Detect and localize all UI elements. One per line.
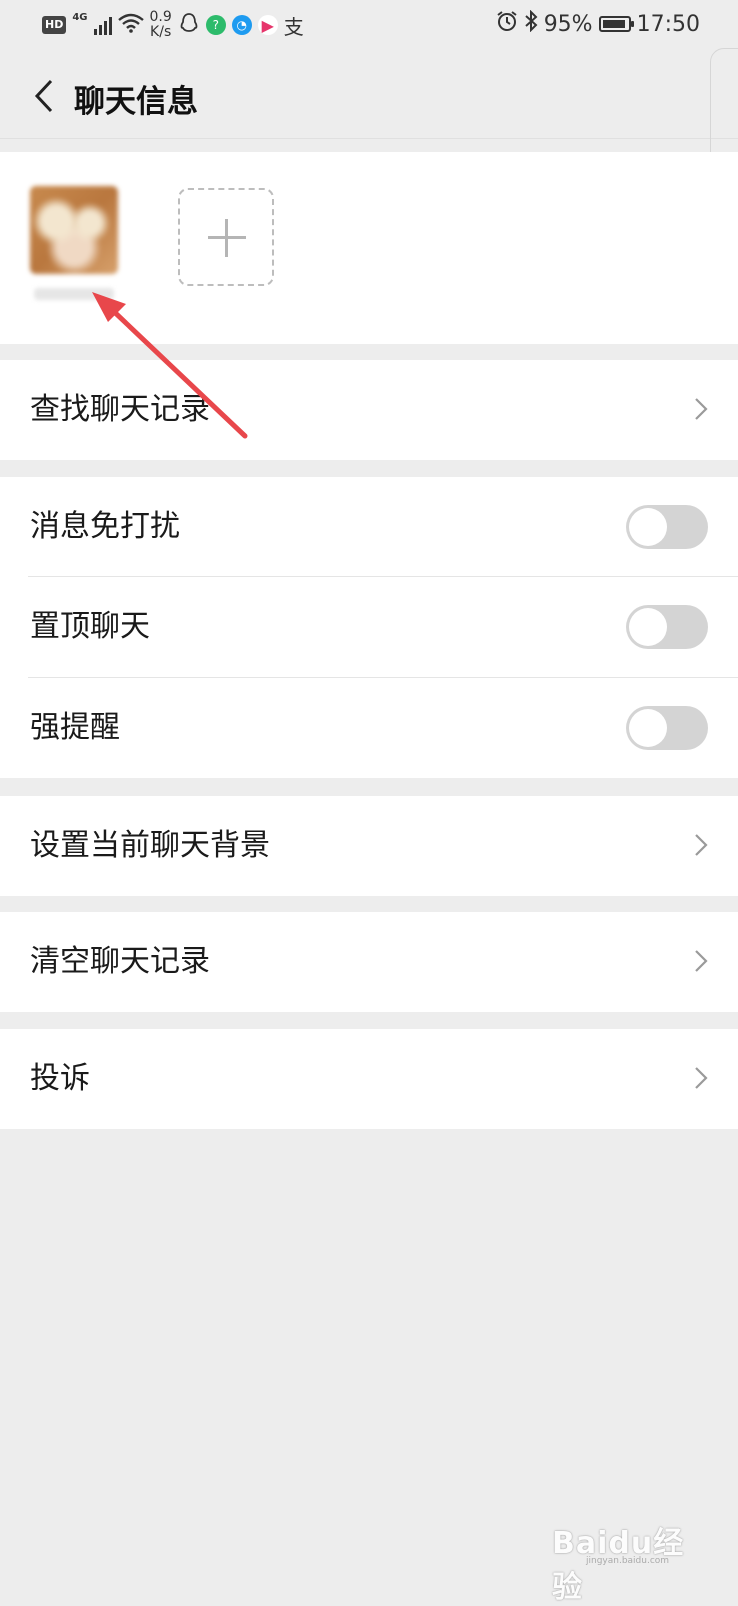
sticky-label: 置顶聊天 [30,609,150,644]
status-left: HD 4G 0.9 K/s ? ◔ ▶ 支 [42,10,304,40]
mute-row: 消息免打扰 [0,477,738,577]
add-member-button[interactable] [178,188,274,286]
background-group: 设置当前聊天背景 [0,796,738,896]
network-type: 4G [72,11,88,23]
wifi-icon [117,13,144,38]
sticky-row: 置顶聊天 [0,577,738,678]
member-avatar[interactable] [30,186,118,274]
clear-history-label: 清空聊天记录 [30,944,210,979]
title-bar: 聊天信息 [0,52,738,139]
chevron-right-icon [695,1067,708,1089]
browser-app-icon: ◔ [231,15,252,35]
toggle-knob [629,508,667,546]
speed-value: 0.9 [149,9,172,25]
complain-label: 投诉 [30,1061,90,1096]
battery-icon [598,16,634,32]
chat-background-row[interactable]: 设置当前聊天背景 [0,796,738,896]
complain-row[interactable]: 投诉 [0,1029,738,1129]
status-right: 95% 17:50 [496,9,700,38]
alarm-icon [496,10,518,38]
speed-unit: K/s [150,24,172,40]
members-section [0,152,738,344]
back-arrow-icon [34,79,53,113]
status-bar: HD 4G 0.9 K/s ? ◔ ▶ 支 95% 17:50 [0,0,738,52]
search-history-label: 查找聊天记录 [30,392,210,427]
back-button[interactable] [20,72,68,120]
member-name-blurred [34,288,114,300]
video-app-icon: ▶ [257,15,278,35]
toggle-group: 消息免打扰 置顶聊天 强提醒 [0,477,738,778]
clock: 17:50 [636,11,700,37]
sticky-toggle[interactable] [626,605,708,649]
search-group: 查找聊天记录 [0,360,738,460]
strong-remind-toggle[interactable] [626,706,708,750]
page-title: 聊天信息 [74,84,198,120]
strong-remind-row: 强提醒 [0,678,738,778]
chat-background-label: 设置当前聊天背景 [30,828,270,863]
strong-remind-label: 强提醒 [30,710,120,745]
chevron-right-icon [695,950,708,972]
help-app-icon: ? [205,15,226,35]
mute-toggle[interactable] [626,505,708,549]
watermark-sub: jingyan.baidu.com [586,1556,670,1566]
mute-label: 消息免打扰 [30,509,180,544]
chevron-right-icon [695,398,708,420]
clear-history-row[interactable]: 清空聊天记录 [0,912,738,1012]
search-history-row[interactable]: 查找聊天记录 [0,360,738,460]
complain-group: 投诉 [0,1029,738,1129]
toggle-knob [629,608,667,646]
clear-group: 清空聊天记录 [0,912,738,1012]
toggle-knob [629,709,667,747]
bluetooth-icon [524,9,538,38]
signal-icon [93,15,112,35]
battery-percent: 95% [543,11,593,37]
hd-badge: HD [42,16,67,34]
network-speed: 0.9 K/s [150,10,172,40]
battery-fill [602,20,626,28]
baidu-watermark: Baidu经验 jingyan.baidu.com [552,1500,712,1605]
chevron-right-icon [695,834,708,856]
qq-icon [178,12,200,39]
alipay-icon: 支 [283,14,304,39]
